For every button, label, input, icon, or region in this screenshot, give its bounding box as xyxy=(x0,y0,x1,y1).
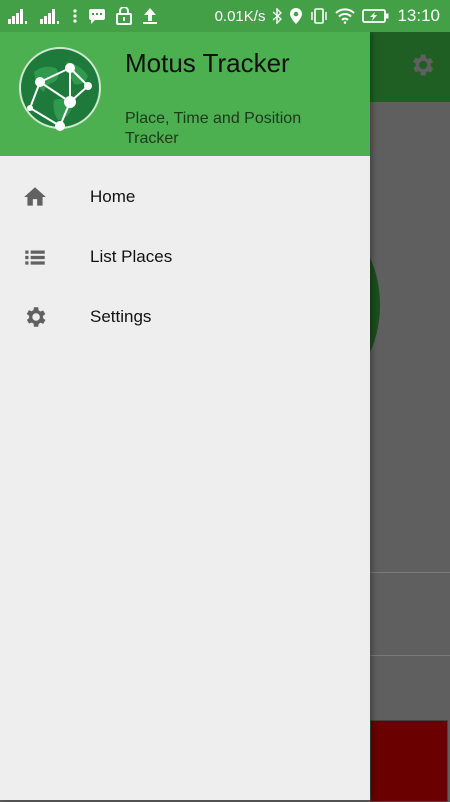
app-title: Motus Tracker xyxy=(125,48,290,78)
globe-logo-icon xyxy=(14,42,106,143)
gear-icon xyxy=(22,304,48,330)
navigation-drawer: Motus Tracker Place, Time and Position T… xyxy=(0,32,370,800)
battery-icon xyxy=(362,8,390,24)
lock-icon xyxy=(116,7,132,25)
background-red-panel[interactable] xyxy=(370,720,448,802)
menu-item-label: Settings xyxy=(90,307,152,326)
bluetooth-icon xyxy=(272,8,283,24)
drawer-menu: Home List Places Settings xyxy=(0,166,370,346)
more-dots-icon xyxy=(72,8,78,24)
upload-icon xyxy=(142,7,158,25)
message-icon xyxy=(88,8,106,24)
menu-item-label: List Places xyxy=(90,247,173,266)
home-icon xyxy=(22,184,48,210)
location-icon xyxy=(289,7,303,25)
menu-item-label: Home xyxy=(90,187,136,206)
menu-item-settings[interactable]: Settings xyxy=(0,286,370,346)
clock: 13:10 xyxy=(397,6,440,25)
divider xyxy=(370,572,450,573)
status-bar: 0.01K/s 13:10 xyxy=(0,0,450,32)
settings-gear-icon[interactable] xyxy=(408,51,436,84)
signal-icon-2 xyxy=(40,8,62,24)
signal-icon xyxy=(8,8,30,24)
list-icon xyxy=(22,244,48,270)
app-subtitle: Place, Time and Position Tracker xyxy=(125,110,302,147)
menu-item-home[interactable]: Home xyxy=(0,166,370,226)
network-speed: 0.01K/s xyxy=(214,7,266,25)
drawer-header: Motus Tracker Place, Time and Position T… xyxy=(0,32,370,156)
menu-item-list-places[interactable]: List Places xyxy=(0,226,370,286)
vibrate-icon xyxy=(310,8,328,24)
wifi-icon xyxy=(335,8,356,24)
divider xyxy=(370,655,450,656)
